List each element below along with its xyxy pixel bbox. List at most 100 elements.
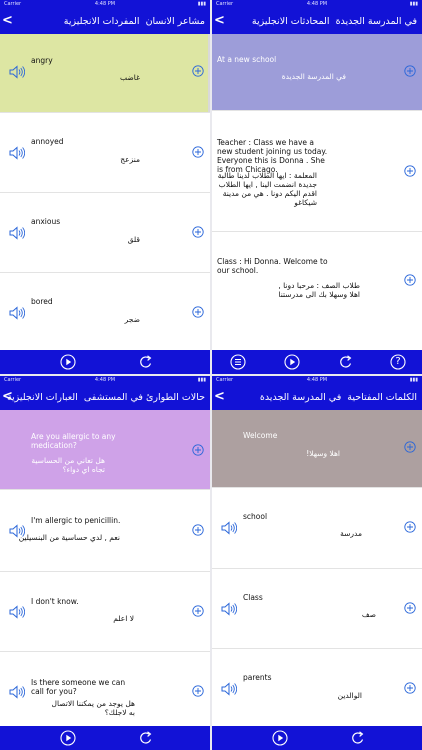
panel-human-feelings: Carrier 4:48 PM ▮▮▮ < مشاعر الانسان المف… [0, 0, 210, 374]
status-bar: Carrier 4:48 PM ▮▮▮ [212, 376, 422, 385]
speaker-icon[interactable] [9, 226, 25, 240]
battery-icon: ▮▮▮ [197, 377, 206, 383]
item-english: annoyed [31, 137, 64, 146]
page-title: حالات الطوارئ في المستشفى العبارات الانج… [4, 392, 205, 403]
page-title: مشاعر الانسان المفردات الانجليزية [61, 16, 205, 27]
help-button[interactable]: ? [390, 354, 406, 370]
item-arabic: اهلا وسهلا! [306, 449, 340, 458]
plus-circle-icon[interactable] [192, 685, 204, 697]
item-english: At a new school [217, 55, 277, 64]
item-english: I'm allergic to penicillin. [31, 516, 121, 525]
list-item[interactable]: Class صف [212, 569, 422, 649]
item-english: parents [243, 673, 272, 682]
plus-circle-icon[interactable] [404, 65, 416, 77]
item-arabic: طلاب الصف : مرحبا دونا , اهلا وسهلا بك ا… [278, 281, 360, 299]
speaker-icon[interactable] [221, 602, 237, 616]
play-icon[interactable] [272, 730, 288, 746]
clock-label: 4:48 PM [306, 1, 328, 7]
item-english: angry [31, 56, 53, 65]
bottom-toolbar [0, 350, 210, 374]
plus-circle-icon[interactable] [404, 682, 416, 694]
title-main: حالات الطوارئ في المستشفى [83, 392, 205, 403]
play-icon[interactable] [60, 354, 76, 370]
plus-circle-icon[interactable] [404, 602, 416, 614]
item-arabic: لا اعلم [113, 614, 134, 623]
item-arabic: مدرسة [340, 529, 362, 538]
nav-bar: < الكلمات المفتاحية في المدرسة الجديدة [212, 385, 422, 410]
repeat-icon[interactable] [338, 354, 354, 370]
plus-circle-icon[interactable] [404, 441, 416, 453]
vocab-list: angry غاضب annoyed منزعج anxious قلق bor… [0, 34, 210, 353]
plus-circle-icon[interactable] [192, 444, 204, 456]
plus-circle-icon[interactable] [192, 524, 204, 536]
list-item[interactable]: anxious قلق [0, 193, 210, 273]
item-arabic: منزعج [120, 155, 140, 164]
nav-bar: < في المدرسة الجديدة المحادثات الانجليزي… [212, 9, 422, 34]
repeat-icon[interactable] [138, 730, 154, 746]
list-item[interactable]: Are you allergic to any medication? هل ت… [0, 410, 210, 490]
item-arabic: غاضب [120, 73, 140, 82]
plus-circle-icon[interactable] [192, 146, 204, 158]
plus-circle-icon[interactable] [404, 274, 416, 286]
page-title: الكلمات المفتاحية في المدرسة الجديدة [257, 392, 417, 403]
list-item[interactable]: Class : Hi Donna. Welcome to our school.… [212, 232, 422, 350]
bottom-toolbar [212, 726, 422, 750]
list-item[interactable]: At a new school في المدرسة الجديدة [212, 34, 422, 111]
item-english: bored [31, 297, 53, 306]
speaker-icon[interactable] [9, 146, 25, 160]
back-icon[interactable]: < [214, 13, 225, 29]
list-item[interactable]: Teacher : Class we have a new student jo… [212, 111, 422, 232]
item-arabic: المعلمة : ايها الطلاب لدينا طالبة جديدة … [217, 171, 317, 207]
plus-circle-icon[interactable] [192, 605, 204, 617]
list-item[interactable]: bored ضجر [0, 273, 210, 353]
title-sub: المفردات الانجليزية [63, 16, 140, 27]
speaker-icon[interactable] [221, 521, 237, 535]
list-item[interactable]: school مدرسة [212, 488, 422, 569]
item-arabic: صف [361, 610, 376, 619]
title-sub: العبارات الانجليزية [6, 392, 78, 403]
repeat-icon[interactable] [138, 354, 154, 370]
speaker-icon[interactable] [9, 65, 25, 79]
list-item[interactable]: annoyed منزعج [0, 113, 210, 193]
item-arabic: هل تعاني من الحساسية تجاه اي دواء؟ [31, 456, 105, 474]
plus-circle-icon[interactable] [192, 226, 204, 238]
list-icon[interactable] [230, 354, 246, 370]
speaker-icon[interactable] [9, 605, 25, 619]
help-glyph: ? [395, 356, 401, 367]
list-item[interactable]: I don't know. لا اعلم [0, 572, 210, 652]
nav-bar: < حالات الطوارئ في المستشفى العبارات الا… [0, 385, 210, 410]
speaker-icon[interactable] [9, 685, 25, 699]
repeat-icon[interactable] [350, 730, 366, 746]
plus-circle-icon[interactable] [404, 521, 416, 533]
speaker-icon[interactable] [9, 306, 25, 320]
plus-circle-icon[interactable] [404, 165, 416, 177]
title-sub: في المدرسة الجديدة [259, 392, 342, 403]
battery-icon: ▮▮▮ [409, 1, 418, 7]
panel-new-school-conversation: Carrier 4:48 PM ▮▮▮ < في المدرسة الجديدة… [212, 0, 422, 374]
list-item[interactable]: I'm allergic to penicillin. نعم , لدي حس… [0, 490, 210, 572]
battery-icon: ▮▮▮ [409, 377, 418, 383]
title-main: الكلمات المفتاحية [347, 392, 417, 403]
bottom-toolbar [0, 726, 210, 750]
clock-label: 4:48 PM [94, 377, 116, 383]
status-bar: Carrier 4:48 PM ▮▮▮ [0, 376, 210, 385]
item-english: I don't know. [31, 597, 79, 606]
list-item[interactable]: angry غاضب [0, 34, 210, 113]
speaker-icon[interactable] [221, 682, 237, 696]
item-arabic: ضجر [124, 315, 140, 324]
clock-label: 4:48 PM [306, 377, 328, 383]
back-icon[interactable]: < [214, 389, 225, 405]
item-english: Class [243, 593, 263, 602]
title-main: مشاعر الانسان [145, 16, 205, 27]
battery-icon: ▮▮▮ [197, 1, 206, 7]
play-icon[interactable] [284, 354, 300, 370]
plus-circle-icon[interactable] [192, 65, 204, 77]
nav-bar: < مشاعر الانسان المفردات الانجليزية [0, 9, 210, 34]
item-arabic: في المدرسة الجديدة [281, 72, 346, 81]
list-item[interactable]: Is there someone we can call for you? هل… [0, 652, 210, 732]
plus-circle-icon[interactable] [192, 306, 204, 318]
list-item[interactable]: parents الوالدين [212, 649, 422, 729]
play-icon[interactable] [60, 730, 76, 746]
back-icon[interactable]: < [2, 13, 13, 29]
list-item[interactable]: Welcome اهلا وسهلا! [212, 410, 422, 488]
